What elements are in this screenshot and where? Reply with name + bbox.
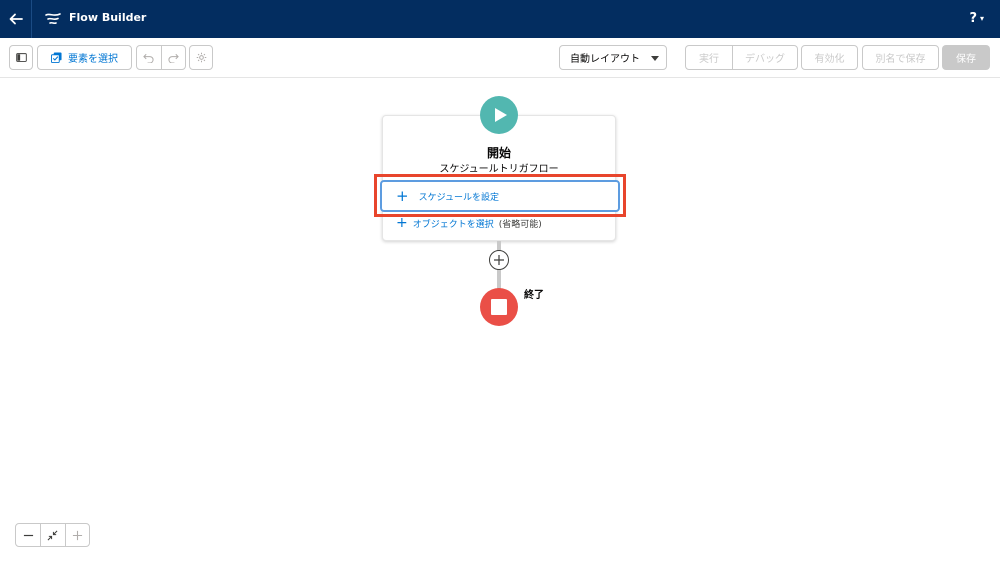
start-element-title: 開始: [486, 146, 511, 160]
run-button[interactable]: 実行: [686, 46, 732, 69]
redo-icon: [168, 53, 179, 63]
optional-label: (省略可能): [498, 219, 542, 230]
back-button[interactable]: [0, 0, 32, 38]
add-element-button[interactable]: [489, 250, 509, 270]
select-object-label: オブジェクトを選択: [412, 219, 494, 230]
undo-icon: [143, 53, 154, 63]
select-elements-label: 要素を選択: [68, 54, 118, 65]
app-title: Flow Builder: [69, 11, 147, 24]
save-as-button-wrap: 別名で保存: [862, 45, 939, 70]
plus-icon: [72, 530, 82, 540]
start-element-icon[interactable]: [480, 96, 518, 134]
activate-button[interactable]: 有効化: [802, 46, 857, 69]
zoom-out-button[interactable]: [16, 524, 40, 546]
toggle-panel-button[interactable]: [9, 45, 33, 70]
shrink-icon: [48, 530, 58, 540]
fit-to-view-button[interactable]: [40, 524, 64, 546]
flow-canvas[interactable]: 開始 スケジュールトリガフロー + スケジュールを設定 + オブジェクトを選択 …: [0, 78, 1000, 564]
undo-redo-group: [136, 45, 186, 70]
end-element-label: 終了: [524, 290, 544, 301]
play-icon: [494, 108, 507, 122]
redo-button[interactable]: [160, 46, 185, 69]
set-schedule-label: スケジュールを設定: [418, 192, 499, 203]
chevron-down-icon: ▾: [979, 14, 984, 23]
set-schedule-button[interactable]: + スケジュールを設定: [380, 180, 620, 212]
stop-icon: [491, 299, 507, 315]
plus-icon: [494, 255, 504, 265]
activate-button-wrap: 有効化: [801, 45, 858, 70]
minus-icon: [23, 534, 33, 536]
dropdown-caret-icon: [651, 56, 659, 61]
debug-button[interactable]: デバッグ: [732, 46, 797, 69]
toolbar: 要素を選択 自動レイアウト 実行 デバッグ 有効化 別名で保存 保存: [0, 38, 1000, 78]
app-header: Flow Builder ? ▾: [0, 0, 1000, 38]
zoom-controls: [15, 523, 90, 547]
layout-select-value: 自動レイアウト: [570, 54, 640, 65]
flow-icon: [45, 13, 61, 25]
arrow-left-icon: [9, 13, 23, 25]
plus-icon: +: [396, 215, 408, 231]
multi-select-icon: [51, 52, 62, 63]
settings-button[interactable]: [189, 45, 213, 70]
panel-left-icon: [15, 53, 27, 62]
zoom-in-button[interactable]: [64, 524, 89, 546]
select-object-link[interactable]: + オブジェクトを選択 (省略可能): [396, 216, 542, 230]
plus-icon: +: [396, 186, 409, 205]
end-element-icon[interactable]: [480, 288, 518, 326]
save-button[interactable]: 保存: [942, 45, 990, 70]
help-menu-button[interactable]: ? ▾: [969, 11, 984, 26]
gear-icon: [196, 52, 206, 63]
help-icon: ?: [969, 11, 977, 26]
start-element-subtitle: スケジュールトリガフロー: [439, 164, 559, 175]
run-debug-group: 実行 デバッグ: [685, 45, 798, 70]
undo-button[interactable]: [137, 46, 161, 69]
save-as-button[interactable]: 別名で保存: [863, 46, 938, 69]
select-elements-button[interactable]: 要素を選択: [37, 45, 132, 70]
layout-select[interactable]: 自動レイアウト: [559, 45, 667, 70]
